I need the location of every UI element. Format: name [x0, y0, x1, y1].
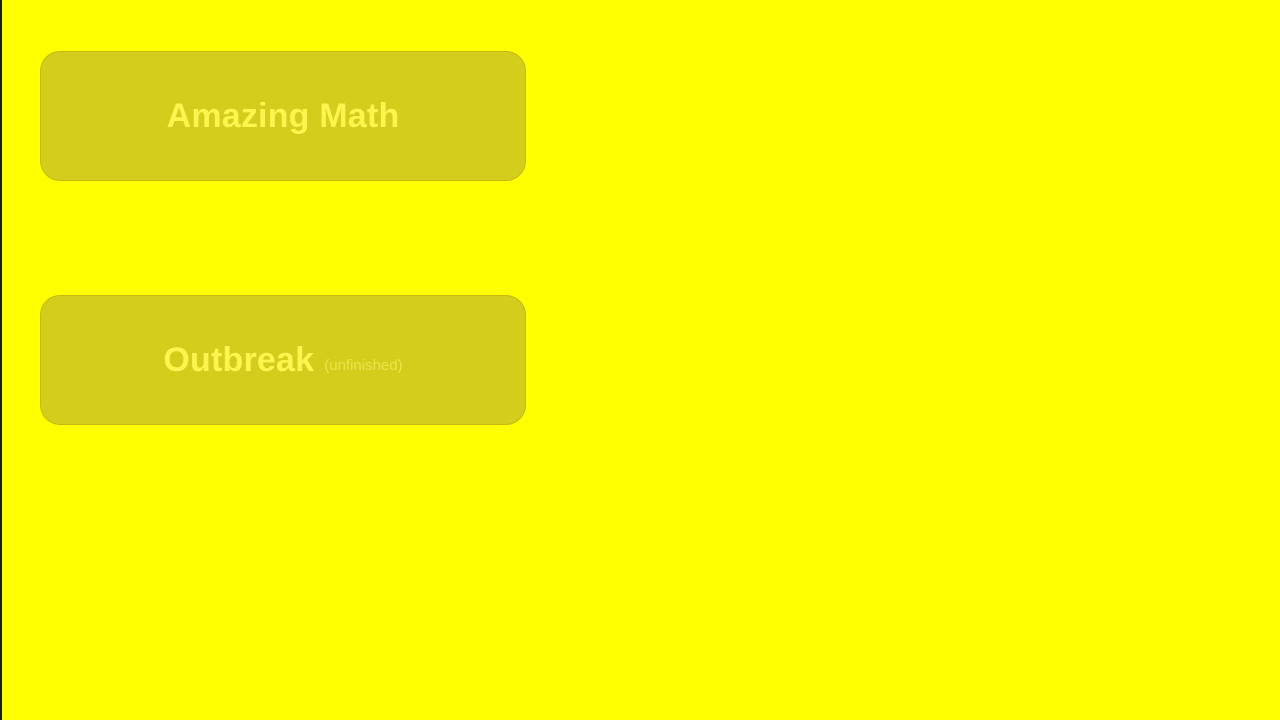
amazing-math-button[interactable]: Amazing Math — [40, 51, 526, 181]
outbreak-label: Outbreak — [163, 340, 315, 379]
outbreak-status-note: (unfinished) — [324, 356, 403, 374]
window-left-edge — [0, 0, 2, 720]
outbreak-button[interactable]: Outbreak (unfinished) — [40, 295, 526, 425]
amazing-math-label: Amazing Math — [166, 96, 400, 135]
